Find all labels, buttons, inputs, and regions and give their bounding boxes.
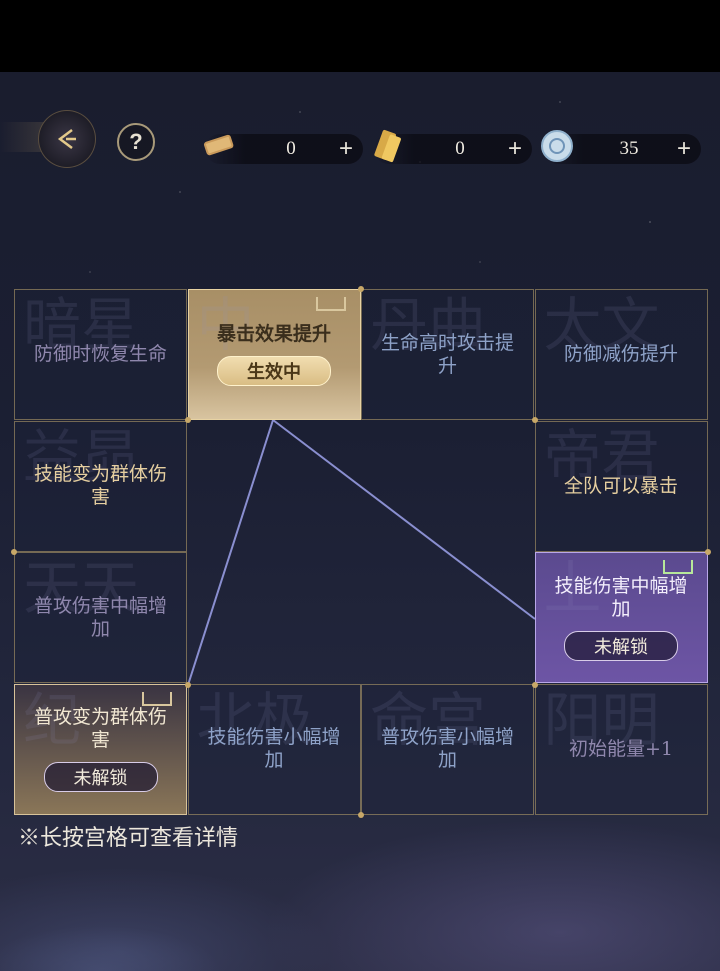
cell-label: 防御时恢复生命 [33,343,167,365]
game-background: ? 0 + 0 + 35 + 暗星 防御时恢复生命中暴击效果提升 生效中 丹曲 生命高时… [0,72,720,971]
pagoda-silhouette [0,881,300,971]
scroll-icon [203,134,234,156]
grid-node [358,286,364,292]
star-palace-grid: 暗星 防御时恢复生命中暴击效果提升 生效中 丹曲 生命高时攻击提升 太文 防御减伤提升 益昴技… [11,286,711,818]
cell-label: 普攻伤害小幅增加 [380,726,514,771]
add-resource-button[interactable]: + [502,136,528,162]
grid-node [185,682,191,688]
resource-value: 35 [619,138,639,159]
cell-marker-icon [315,297,346,311]
palace-cell[interactable]: 暗星 防御时恢复生命 [14,289,187,420]
cell-label: 技能伤害中幅增加 [554,574,688,620]
palace-cell[interactable]: 丹曲 生命高时攻击提升 [361,289,534,420]
grid-node [532,682,538,688]
resource-value: 0 [455,138,465,159]
back-arrow-icon [57,129,76,149]
resource-coin: 35 + [541,130,701,164]
palace-cell[interactable]: 帝君 全队可以暴击 [534,420,708,552]
cell-status-badge: 生效中 [217,356,331,386]
cell-label: 防御减伤提升 [563,343,678,365]
palace-cell[interactable]: 阳明 初始能量+1 [534,683,708,815]
resource-scroll: 0 + [203,134,363,164]
palace-cell[interactable]: 纪普攻变为群体伤害 未解锁 [14,683,187,815]
add-resource-button[interactable]: + [333,136,359,162]
palace-cell[interactable]: 太文 防御减伤提升 [534,289,708,420]
cell-label: 全队可以暴击 [563,474,678,497]
grid-node [705,549,711,555]
grid-node [532,417,538,423]
hint-text: ※长按宫格可查看详情 [18,826,239,851]
grid-node [11,549,17,555]
ticket-icon [374,129,401,163]
grid-node [185,417,191,423]
cell-label: 生命高时攻击提升 [380,331,514,377]
cell-status-badge: 未解锁 [564,630,678,661]
palace-cell[interactable]: 上技能伤害中幅增加 未解锁 [534,552,708,683]
palace-cell[interactable]: 益昴 技能变为群体伤害 [14,420,187,552]
resource-value: 0 [286,138,296,159]
cell-label: 技能伤害小幅增加 [207,726,341,771]
add-resource-button[interactable]: + [671,136,697,162]
back-button[interactable] [38,110,96,168]
palace-cell[interactable]: 天天 普攻伤害中幅增加 [14,552,187,683]
connection-line [187,419,274,686]
grid-node [358,812,364,818]
cell-status-badge: 未解锁 [43,762,158,792]
help-button[interactable]: ? [117,123,155,161]
cell-label: 普攻变为群体伤害 [33,706,167,751]
palace-cell[interactable]: 中暴击效果提升 生效中 [187,289,361,420]
connection-line [272,419,536,620]
palace-cell[interactable]: 命宫 普攻伤害小幅增加 [361,683,534,815]
cell-label: 暴击效果提升 [216,323,331,345]
cell-label: 初始能量+1 [568,737,673,760]
cell-marker-icon [142,691,172,706]
palace-cell[interactable]: 北极 技能伤害小幅增加 [187,683,361,815]
cell-label: 技能变为群体伤害 [33,463,167,508]
coin-icon [541,130,573,162]
cell-label: 普攻伤害中幅增加 [33,594,167,640]
cell-marker-icon [662,560,693,574]
resource-ticket: 0 + [374,129,532,164]
